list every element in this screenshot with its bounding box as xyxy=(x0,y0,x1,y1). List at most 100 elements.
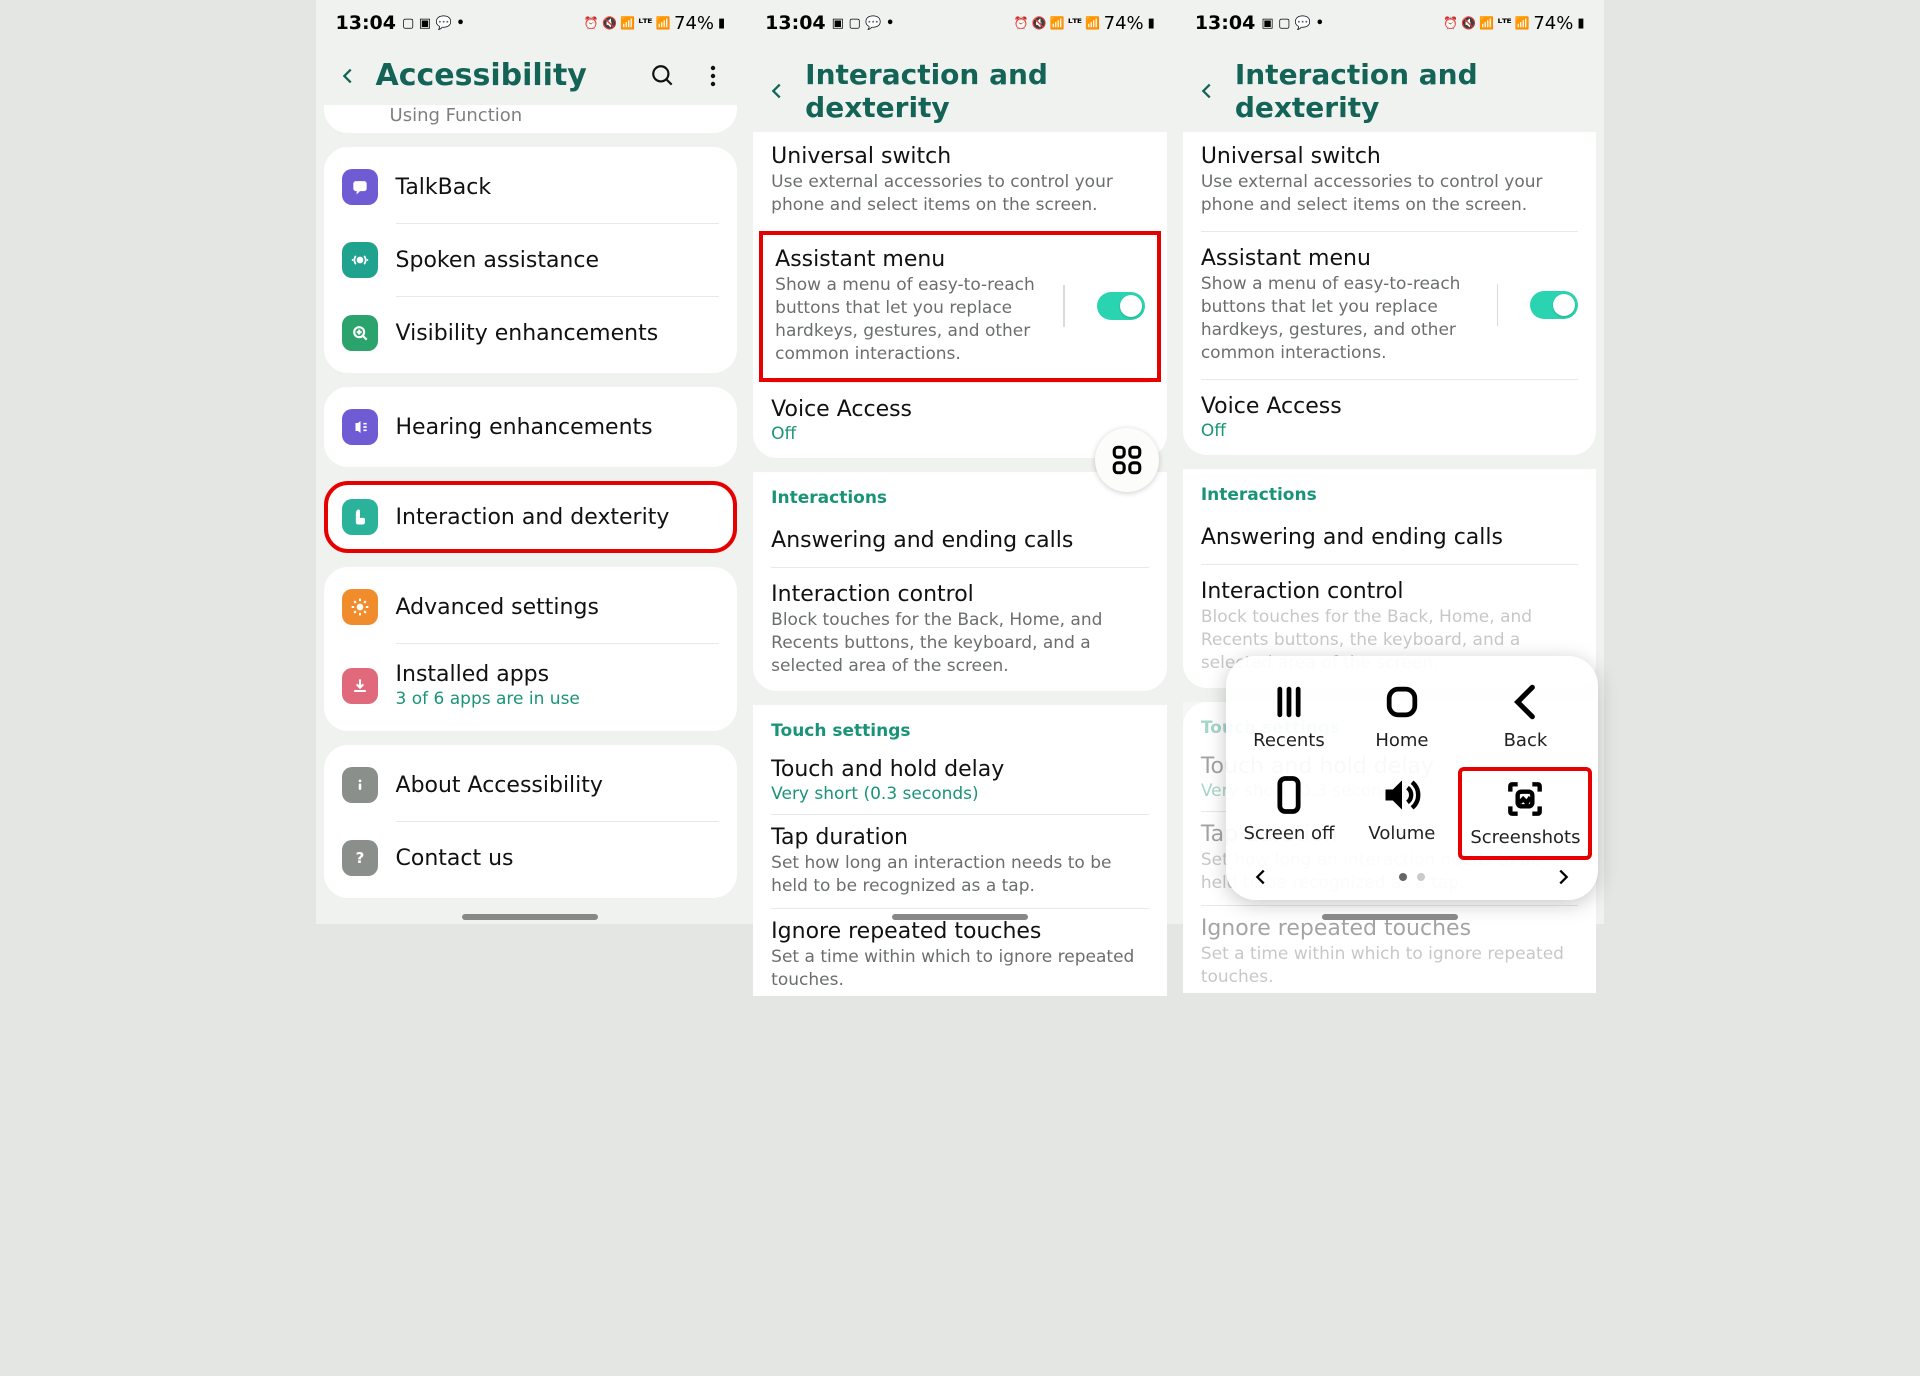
list-item-about[interactable]: About Accessibility xyxy=(324,749,738,821)
section-header: Interactions xyxy=(1183,469,1597,511)
page-title: Accessibility xyxy=(376,58,636,93)
list-item-ignore-repeated[interactable]: Ignore repeated touches Set a time withi… xyxy=(753,909,1167,996)
assistant-item-label: Home xyxy=(1375,730,1428,751)
recents-icon xyxy=(1280,689,1298,715)
section-header: Touch settings xyxy=(753,705,1167,747)
row-title: Hearing enhancements xyxy=(396,415,720,440)
app-bar: Accessibility xyxy=(316,42,746,105)
list-item-tap-duration[interactable]: Tap duration Set how long an interaction… xyxy=(753,815,1167,908)
list-item-contact-us[interactable]: ? Contact us xyxy=(324,822,738,894)
row-title: Voice Access xyxy=(771,397,1149,422)
row-subtitle: Off xyxy=(1201,421,1579,441)
gear-icon xyxy=(342,589,378,625)
help-icon: ? xyxy=(342,840,378,876)
assistant-menu-panel: Recents Home Back Screen off Volume Scre… xyxy=(1226,656,1598,900)
row-title: Answering and ending calls xyxy=(1201,525,1579,550)
voice-icon xyxy=(342,242,378,278)
list-item-assistant-menu[interactable]: Assistant menu Show a menu of easy-to-re… xyxy=(759,231,1161,382)
battery-text: 74% xyxy=(1533,13,1573,34)
assistant-item-volume[interactable]: Volume xyxy=(1345,767,1458,860)
list-item-interaction-control[interactable]: Interaction control Block touches for th… xyxy=(753,568,1167,692)
section-label: Interactions xyxy=(1183,469,1597,511)
assistant-item-screen-off[interactable]: Screen off xyxy=(1232,767,1345,860)
status-system-icons: ⏰ 🔇 📶 ᴸᵀᴱ 📶 xyxy=(1443,16,1529,30)
volume-icon xyxy=(1380,773,1424,817)
row-title: TalkBack xyxy=(396,175,720,200)
assistant-item-label: Back xyxy=(1504,730,1548,751)
assistant-item-label: Screen off xyxy=(1243,823,1334,844)
list-group: Hearing enhancements xyxy=(324,387,738,467)
row-subtitle: Set a time within which to ignore repeat… xyxy=(771,946,1149,992)
chat-icon xyxy=(342,169,378,205)
assistant-item-home[interactable]: Home xyxy=(1345,674,1458,759)
battery-icon: ▮ xyxy=(1577,16,1584,31)
list-item-voice-access[interactable]: Voice Access Off xyxy=(1183,380,1597,455)
back-button[interactable] xyxy=(1193,77,1221,105)
assistant-item-recents[interactable]: Recents xyxy=(1232,674,1345,759)
list-item-visibility[interactable]: Visibility enhancements xyxy=(324,297,738,369)
search-icon[interactable] xyxy=(649,62,677,90)
list-item-touch-hold-delay[interactable]: Touch and hold delay Very short (0.3 sec… xyxy=(753,747,1167,814)
battery-icon: ▮ xyxy=(718,16,725,31)
row-title: About Accessibility xyxy=(396,773,720,798)
list-item-spoken-assistance[interactable]: Spoken assistance xyxy=(324,224,738,296)
screenshot-icon xyxy=(1503,777,1547,821)
list-peek: Using Function xyxy=(324,105,738,133)
page-dots xyxy=(1399,873,1425,881)
assistant-prev-button[interactable] xyxy=(1250,866,1272,888)
section-label: Touch settings xyxy=(753,705,1167,747)
list-item-assistant-menu[interactable]: Assistant menu Show a menu of easy-to-re… xyxy=(1183,232,1597,379)
assistant-menu-toggle[interactable] xyxy=(1097,292,1145,320)
list-item-advanced[interactable]: Advanced settings xyxy=(324,571,738,643)
page-dot xyxy=(1399,873,1407,881)
assistant-item-screenshots[interactable]: Screenshots xyxy=(1458,767,1592,860)
row-subtitle: Show a menu of easy-to-reach buttons tha… xyxy=(775,274,1041,366)
page-dot xyxy=(1417,873,1425,881)
row-subtitle: Use external accessories to control your… xyxy=(771,171,1149,217)
row-title: Spoken assistance xyxy=(396,248,720,273)
list-group: Answering and ending calls Interaction c… xyxy=(753,514,1167,692)
nav-handle[interactable] xyxy=(892,914,1028,920)
row-title: Tap duration xyxy=(771,825,1149,850)
phone-screen-3: 13:04 ▣ ▢ 💬 • ⏰ 🔇 📶 ᴸᵀᴱ 📶 74% ▮ Interact… xyxy=(1175,0,1605,924)
assistant-item-back[interactable]: Back xyxy=(1458,674,1592,759)
status-system-icons: ⏰ 🔇 📶 ᴸᵀᴱ 📶 xyxy=(584,16,670,30)
list-item-hearing[interactable]: Hearing enhancements xyxy=(324,391,738,463)
nav-handle[interactable] xyxy=(462,914,598,920)
list-item-universal-switch[interactable]: Universal switch Use external accessorie… xyxy=(1183,132,1597,231)
assistant-panel-nav xyxy=(1232,862,1592,892)
status-indicator-icons: ▣ ▢ 💬 • xyxy=(1261,16,1324,31)
list-item-interaction-dexterity[interactable]: Interaction and dexterity xyxy=(328,485,734,549)
row-title: Universal switch xyxy=(771,144,1149,169)
status-time: 13:04 xyxy=(765,12,825,34)
row-title: Installed apps xyxy=(396,662,720,687)
status-system-icons: ⏰ 🔇 📶 ᴸᵀᴱ 📶 xyxy=(1014,16,1100,30)
assistant-next-button[interactable] xyxy=(1552,866,1574,888)
list-item-universal-switch[interactable]: Universal switch Use external accessorie… xyxy=(753,132,1167,231)
download-icon xyxy=(342,668,378,704)
more-menu-icon[interactable] xyxy=(699,62,727,90)
list-item-talkback[interactable]: TalkBack xyxy=(324,151,738,223)
assistant-menu-toggle[interactable] xyxy=(1530,291,1578,319)
nav-handle[interactable] xyxy=(1322,914,1458,920)
row-title: Visibility enhancements xyxy=(396,321,720,346)
list-group: Touch and hold delay Very short (0.3 sec… xyxy=(753,747,1167,996)
back-button[interactable] xyxy=(334,62,362,90)
back-button[interactable] xyxy=(763,77,791,105)
back-icon xyxy=(1518,687,1533,716)
assistant-item-label: Volume xyxy=(1368,823,1435,844)
row-subtitle: Very short (0.3 seconds) xyxy=(771,784,1149,804)
row-title: Universal switch xyxy=(1201,144,1579,169)
list-group: Universal switch Use external accessorie… xyxy=(753,132,1167,458)
list-item-installed-apps[interactable]: Installed apps 3 of 6 apps are in use xyxy=(324,644,738,727)
status-bar: 13:04 ▣ ▢ 💬 • ⏰ 🔇 📶 ᴸᵀᴱ 📶 74% ▮ xyxy=(745,0,1175,42)
assistant-floating-button[interactable] xyxy=(1095,428,1159,492)
row-title: Answering and ending calls xyxy=(771,528,1149,553)
list-item-answering-calls[interactable]: Answering and ending calls xyxy=(1183,511,1597,564)
home-icon xyxy=(1389,689,1415,715)
list-item-answering-calls[interactable]: Answering and ending calls xyxy=(753,514,1167,567)
row-subtitle: Set how long an interaction needs to be … xyxy=(771,852,1149,898)
page-title: Interaction and dexterity xyxy=(1235,58,1587,124)
row-title: Interaction control xyxy=(1201,579,1579,604)
row-subtitle: Block touches for the Back, Home, and Re… xyxy=(771,609,1149,678)
